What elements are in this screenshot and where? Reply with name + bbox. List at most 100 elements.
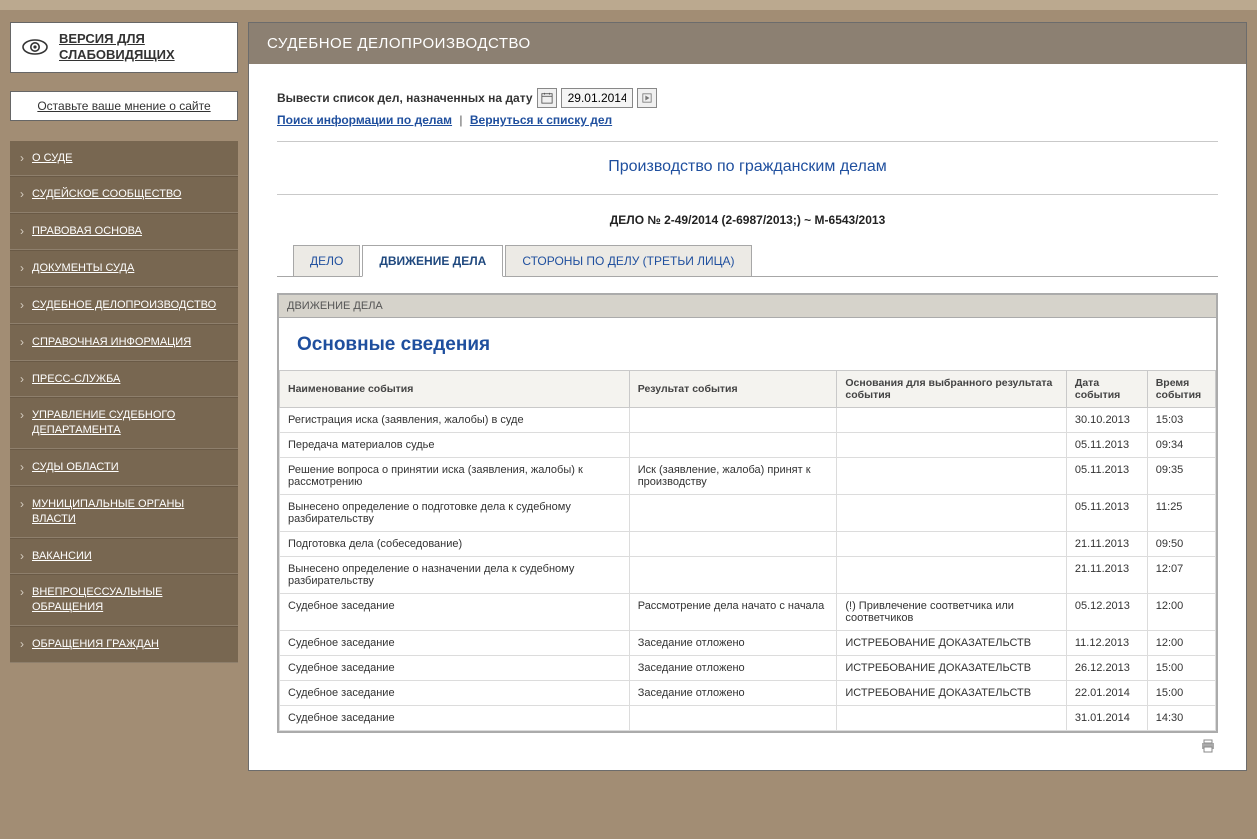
table-row: Судебное заседаниеРассмотрение дела нача… <box>280 594 1216 631</box>
table-cell <box>837 706 1067 731</box>
table-cell: Вынесено определение о назначении дела к… <box>280 557 630 594</box>
divider <box>277 194 1218 195</box>
tab-movement[interactable]: ДВИЖЕНИЕ ДЕЛА <box>362 245 503 277</box>
movement-card: ДВИЖЕНИЕ ДЕЛА Основные сведения Наименов… <box>277 293 1218 733</box>
tab-case[interactable]: ДЕЛО <box>293 245 360 277</box>
sidebar-item-citizen-appeals[interactable]: ОБРАЩЕНИЯ ГРАЖДАН <box>10 626 238 663</box>
feedback-label: Оставьте ваше мнение о сайте <box>37 99 210 113</box>
left-column: ВЕРСИЯ ДЛЯ СЛАБОВИДЯЩИХ Оставьте ваше мн… <box>0 0 248 839</box>
back-to-list-link[interactable]: Вернуться к списку дел <box>470 113 612 127</box>
tab-bar: ДЕЛО ДВИЖЕНИЕ ДЕЛА СТОРОНЫ ПО ДЕЛУ (ТРЕТ… <box>277 245 1218 277</box>
table-cell: 31.01.2014 <box>1066 706 1147 731</box>
table-cell: 15:00 <box>1147 681 1215 706</box>
col-event-reason: Основания для выбранного результата собы… <box>837 371 1067 408</box>
table-cell: ИСТРЕБОВАНИЕ ДОКАЗАТЕЛЬСТВ <box>837 656 1067 681</box>
table-cell: Заседание отложено <box>629 656 837 681</box>
table-cell: Судебное заседание <box>280 594 630 631</box>
sidebar-item-department[interactable]: УПРАВЛЕНИЕ СУДЕБНОГО ДЕПАРТАМЕНТА <box>10 397 238 449</box>
play-icon <box>642 93 652 103</box>
print-button[interactable] <box>1200 739 1216 753</box>
sidebar-item-label: СПРАВОЧНАЯ ИНФОРМАЦИЯ <box>32 336 191 348</box>
table-cell <box>629 532 837 557</box>
table-cell: 21.11.2013 <box>1066 532 1147 557</box>
tab-parties[interactable]: СТОРОНЫ ПО ДЕЛУ (ТРЕТЬИ ЛИЦА) <box>505 245 751 277</box>
tab-label: СТОРОНЫ ПО ДЕЛУ (ТРЕТЬИ ЛИЦА) <box>522 254 734 268</box>
table-cell: 22.01.2014 <box>1066 681 1147 706</box>
sidebar-item-label: О СУДЕ <box>32 152 72 164</box>
main-column: СУДЕБНОЕ ДЕЛОПРОИЗВОДСТВО Вывести список… <box>248 0 1257 839</box>
sidebar-item-label: ПРАВОВАЯ ОСНОВА <box>32 225 142 237</box>
table-cell <box>629 433 837 458</box>
panel-title: СУДЕБНОЕ ДЕЛОПРОИЗВОДСТВО <box>249 23 1246 64</box>
table-cell: Иск (заявление, жалоба) принят к произво… <box>629 458 837 495</box>
table-row: Судебное заседаниеЗаседание отложеноИСТР… <box>280 681 1216 706</box>
sidebar-item-legal-basis[interactable]: ПРАВОВАЯ ОСНОВА <box>10 213 238 250</box>
submit-date-button[interactable] <box>637 88 657 108</box>
calendar-icon <box>541 92 553 104</box>
table-cell: Судебное заседание <box>280 681 630 706</box>
search-cases-link[interactable]: Поиск информации по делам <box>277 113 452 127</box>
table-cell: Регистрация иска (заявления, жалобы) в с… <box>280 408 630 433</box>
sidebar-item-label: ОБРАЩЕНИЯ ГРАЖДАН <box>32 638 159 650</box>
sidebar-item-courts[interactable]: СУДЫ ОБЛАСТИ <box>10 449 238 486</box>
table-row: Подготовка дела (собеседование) 21.11.201… <box>280 532 1216 557</box>
page-layout: ВЕРСИЯ ДЛЯ СЛАБОВИДЯЩИХ Оставьте ваше мн… <box>0 0 1257 839</box>
table-row: Вынесено определение о подготовке дела к… <box>280 495 1216 532</box>
table-cell: 12:00 <box>1147 631 1215 656</box>
events-table: Наименование события Результат события О… <box>279 370 1216 731</box>
table-cell: Решение вопроса о принятии иска (заявлен… <box>280 458 630 495</box>
table-cell <box>837 495 1067 532</box>
table-cell: Рассмотрение дела начато с начала <box>629 594 837 631</box>
link-separator: | <box>459 113 462 127</box>
sidebar-item-label: ВНЕПРОЦЕССУАЛЬНЫЕ ОБРАЩЕНИЯ <box>32 586 162 613</box>
helper-links: Поиск информации по делам | Вернуться к … <box>277 113 1218 127</box>
sidebar-item-label: СУДЫ ОБЛАСТИ <box>32 461 119 473</box>
table-row: Регистрация иска (заявления, жалобы) в с… <box>280 408 1216 433</box>
sidebar-item-label: УПРАВЛЕНИЕ СУДЕБНОГО ДЕПАРТАМЕНТА <box>32 409 175 436</box>
table-cell <box>629 495 837 532</box>
panel-body: Вывести список дел, назначенных на дату <box>249 64 1246 770</box>
sidebar-item-vacancies[interactable]: ВАКАНСИИ <box>10 538 238 575</box>
sidebar-item-press[interactable]: ПРЕСС-СЛУЖБА <box>10 361 238 398</box>
sidebar-item-label: МУНИЦИПАЛЬНЫЕ ОРГАНЫ ВЛАСТИ <box>32 498 184 525</box>
table-cell: 12:07 <box>1147 557 1215 594</box>
table-cell <box>629 557 837 594</box>
table-row: Вынесено определение о назначении дела к… <box>280 557 1216 594</box>
sidebar-item-documents[interactable]: ДОКУМЕНТЫ СУДА <box>10 250 238 287</box>
table-cell: 26.12.2013 <box>1066 656 1147 681</box>
divider <box>277 141 1218 142</box>
eye-icon <box>21 37 49 57</box>
table-cell: Судебное заседание <box>280 656 630 681</box>
table-cell: 09:34 <box>1147 433 1215 458</box>
sidebar-item-about[interactable]: О СУДЕ <box>10 141 238 177</box>
tab-label: ДВИЖЕНИЕ ДЕЛА <box>379 254 486 268</box>
table-row: Решение вопроса о принятии иска (заявлен… <box>280 458 1216 495</box>
table-cell: Вынесено определение о подготовке дела к… <box>280 495 630 532</box>
table-cell: (!) Привлечение соответчика или соответч… <box>837 594 1067 631</box>
main-panel: СУДЕБНОЕ ДЕЛОПРОИЗВОДСТВО Вывести список… <box>248 22 1247 771</box>
sidebar-item-reference[interactable]: СПРАВОЧНАЯ ИНФОРМАЦИЯ <box>10 324 238 361</box>
table-row: Передача материалов судье05.11.201309:34 <box>280 433 1216 458</box>
table-cell: Подготовка дела (собеседование) <box>280 532 630 557</box>
sidebar-item-proceedings[interactable]: СУДЕБНОЕ ДЕЛОПРОИЗВОДСТВО <box>10 287 238 324</box>
sidebar-item-label: ВАКАНСИИ <box>32 550 92 562</box>
table-cell: 05.11.2013 <box>1066 458 1147 495</box>
table-header-row: Наименование события Результат события О… <box>280 371 1216 408</box>
printer-icon <box>1200 739 1216 753</box>
accessibility-version-label: ВЕРСИЯ ДЛЯ СЛАБОВИДЯЩИХ <box>59 31 227 64</box>
card-subheader: ДВИЖЕНИЕ ДЕЛА <box>279 295 1216 318</box>
section-title: Производство по гражданским делам <box>277 152 1218 188</box>
table-row: Судебное заседание31.01.201414:30 <box>280 706 1216 731</box>
table-cell <box>837 458 1067 495</box>
table-cell: 09:50 <box>1147 532 1215 557</box>
feedback-link[interactable]: Оставьте ваше мнение о сайте <box>10 91 238 121</box>
date-input[interactable] <box>561 88 633 108</box>
sidebar-item-municipal[interactable]: МУНИЦИПАЛЬНЫЕ ОРГАНЫ ВЛАСТИ <box>10 486 238 538</box>
accessibility-version-button[interactable]: ВЕРСИЯ ДЛЯ СЛАБОВИДЯЩИХ <box>10 22 238 73</box>
table-cell: Передача материалов судье <box>280 433 630 458</box>
sidebar-item-community[interactable]: СУДЕЙСКОЕ СООБЩЕСТВО <box>10 176 238 213</box>
table-cell: ИСТРЕБОВАНИЕ ДОКАЗАТЕЛЬСТВ <box>837 681 1067 706</box>
calendar-icon-button[interactable] <box>537 88 557 108</box>
sidebar-item-extra-appeals[interactable]: ВНЕПРОЦЕССУАЛЬНЫЕ ОБРАЩЕНИЯ <box>10 574 238 626</box>
sidebar-item-label: СУДЕБНОЕ ДЕЛОПРОИЗВОДСТВО <box>32 299 216 311</box>
